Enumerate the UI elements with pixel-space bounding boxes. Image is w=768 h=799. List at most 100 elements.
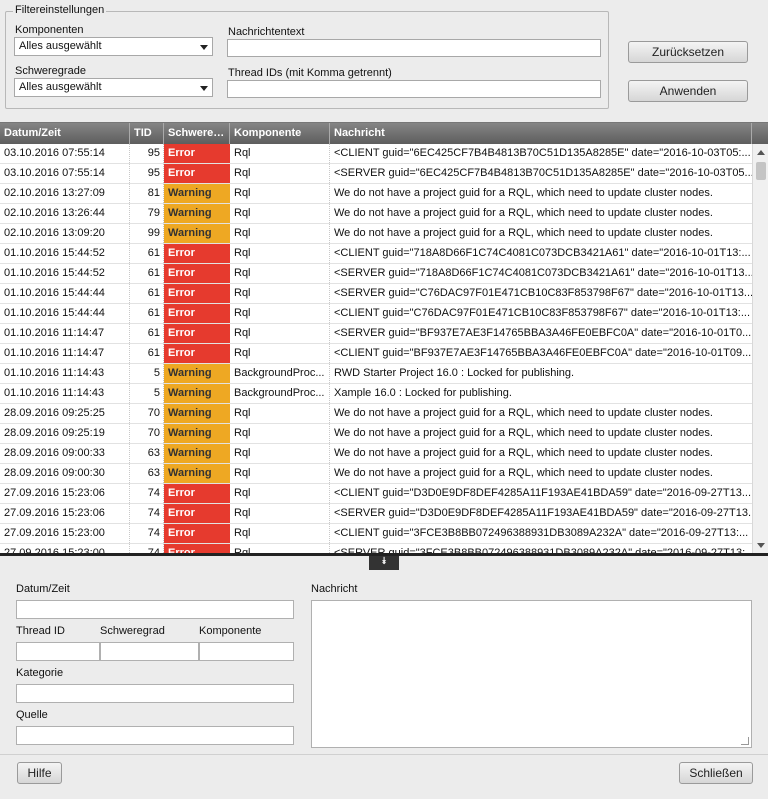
cell-severity: Warning <box>164 404 230 423</box>
cell-message: Xample 16.0 : Locked for publishing. <box>334 387 512 399</box>
table-row[interactable]: 28.09.2016 09:25:25 70 Warning Rql We do not… <box>0 404 752 424</box>
cell-tid: 61 <box>130 284 164 303</box>
cell-tid: 70 <box>130 424 164 443</box>
detail-datetime-field[interactable] <box>16 600 294 619</box>
cell-message: <SERVER guid="D3D0E9DF8DEF4285A11F193AE4… <box>334 507 752 519</box>
cell-message: We do not have a project guid for a RQL,… <box>334 427 713 439</box>
close-button[interactable]: Schließen <box>679 762 753 784</box>
table-scrollbar[interactable] <box>752 144 768 553</box>
schweregrade-dropdown[interactable]: Alles ausgewählt <box>14 78 213 97</box>
scroll-thumb[interactable] <box>756 162 766 180</box>
cell-message: <CLIENT guid="718A8D66F1C74C4081C073DCB3… <box>334 247 751 259</box>
cell-severity: Error <box>164 144 230 163</box>
cell-message: RWD Starter Project 16.0 : Locked for pu… <box>334 367 575 379</box>
table-row[interactable]: 01.10.2016 11:14:47 61 Error Rql <SERVER gui… <box>0 324 752 344</box>
komponenten-value: Alles ausgewählt <box>19 40 102 52</box>
cell-datetime: 27.09.2016 15:23:00 <box>0 524 130 543</box>
detail-category-field[interactable] <box>16 684 294 703</box>
cell-datetime: 27.09.2016 15:23:06 <box>0 484 130 503</box>
column-header-message[interactable]: Nachricht <box>330 123 752 144</box>
table-row[interactable]: 27.09.2016 15:23:00 74 Error Rql <CLIENT gui… <box>0 524 752 544</box>
cell-component: BackgroundProc... <box>230 364 330 383</box>
cell-severity: Error <box>164 324 230 343</box>
table-row[interactable]: 01.10.2016 15:44:52 61 Error Rql <SERVER gui… <box>0 264 752 284</box>
table-row[interactable]: 27.09.2016 15:23:06 74 Error Rql <SERVER gui… <box>0 504 752 524</box>
cell-component: Rql <box>230 324 330 343</box>
resize-grip-icon[interactable] <box>741 737 749 745</box>
komponenten-dropdown[interactable]: Alles ausgewählt <box>14 37 213 56</box>
double-chevron-down-icon[interactable]: ⯯ <box>369 556 399 570</box>
detail-threadid-field[interactable] <box>16 642 100 661</box>
cell-severity: Error <box>164 304 230 323</box>
cell-severity: Error <box>164 544 230 553</box>
detail-severity-field[interactable] <box>100 642 199 661</box>
cell-datetime: 28.09.2016 09:25:19 <box>0 424 130 443</box>
detail-message-label: Nachricht <box>311 583 358 595</box>
cell-tid: 5 <box>130 384 164 403</box>
table-header: Datum/Zeit TID Schwere… Komponente Nachr… <box>0 123 768 144</box>
cell-component: Rql <box>230 424 330 443</box>
table-row[interactable]: 01.10.2016 15:44:44 61 Error Rql <SERVER gui… <box>0 284 752 304</box>
panel-splitter[interactable]: ⯯ <box>0 553 768 570</box>
detail-component-field[interactable] <box>199 642 294 661</box>
table-row[interactable]: 02.10.2016 13:09:20 99 Warning Rql We do not… <box>0 224 752 244</box>
column-header-datetime[interactable]: Datum/Zeit <box>0 123 130 144</box>
threadids-input[interactable] <box>227 80 601 98</box>
help-button[interactable]: Hilfe <box>17 762 62 784</box>
cell-component: BackgroundProc... <box>230 384 330 403</box>
detail-severity-label: Schweregrad <box>100 625 165 637</box>
cell-tid: 61 <box>130 304 164 323</box>
cell-component: Rql <box>230 264 330 283</box>
detail-message-textarea[interactable] <box>311 600 752 748</box>
cell-datetime: 02.10.2016 13:27:09 <box>0 184 130 203</box>
cell-tid: 99 <box>130 224 164 243</box>
table-row[interactable]: 01.10.2016 11:14:47 61 Error Rql <CLIENT gui… <box>0 344 752 364</box>
cell-message: <SERVER guid="6EC425CF7B4B4813B70C51D135… <box>334 167 752 179</box>
cell-tid: 61 <box>130 324 164 343</box>
cell-datetime: 02.10.2016 13:09:20 <box>0 224 130 243</box>
table-row[interactable]: 01.10.2016 15:44:44 61 Error Rql <CLIENT gui… <box>0 304 752 324</box>
cell-message: <SERVER guid="BF937E7AE3F14765BBA3A46FE0… <box>334 327 752 339</box>
table-row[interactable]: 27.09.2016 15:23:00 74 Error Rql <SERVER gui… <box>0 544 752 553</box>
scroll-down-icon[interactable] <box>757 543 765 548</box>
table-row[interactable]: 28.09.2016 09:25:19 70 Warning Rql We do not… <box>0 424 752 444</box>
table-row[interactable]: 27.09.2016 15:23:06 74 Error Rql <CLIENT gui… <box>0 484 752 504</box>
table-row[interactable]: 03.10.2016 07:55:14 95 Error Rql <SERVER gui… <box>0 164 752 184</box>
nachrichtentext-input[interactable] <box>227 39 601 57</box>
cell-message: <CLIENT guid="6EC425CF7B4B4813B70C51D135… <box>334 147 751 159</box>
chevron-down-icon <box>200 86 208 91</box>
table-row[interactable]: 02.10.2016 13:26:44 79 Warning Rql We do not… <box>0 204 752 224</box>
reset-button[interactable]: Zurücksetzen <box>628 41 748 63</box>
detail-source-field[interactable] <box>16 726 294 745</box>
scroll-up-icon[interactable] <box>757 150 765 155</box>
cell-message: <SERVER guid="3FCE3B8BB072496388931DB308… <box>334 547 752 553</box>
table-row[interactable]: 02.10.2016 13:27:09 81 Warning Rql We do not… <box>0 184 752 204</box>
column-header-tid[interactable]: TID <box>130 123 164 144</box>
cell-message: <CLIENT guid="BF937E7AE3F14765BBA3A46FE0… <box>334 347 752 359</box>
table-row[interactable]: 01.10.2016 11:14:43 5 Warning BackgroundPro… <box>0 384 752 404</box>
apply-button[interactable]: Anwenden <box>628 80 748 102</box>
cell-message: <SERVER guid="718A8D66F1C74C4081C073DCB3… <box>334 267 752 279</box>
cell-datetime: 01.10.2016 11:14:43 <box>0 364 130 383</box>
cell-component: Rql <box>230 404 330 423</box>
cell-datetime: 01.10.2016 11:14:47 <box>0 324 130 343</box>
table-row[interactable]: 01.10.2016 15:44:52 61 Error Rql <CLIENT gui… <box>0 244 752 264</box>
detail-threadid-label: Thread ID <box>16 625 65 637</box>
cell-tid: 74 <box>130 524 164 543</box>
table-row[interactable]: 01.10.2016 11:14:43 5 Warning BackgroundPro… <box>0 364 752 384</box>
cell-tid: 74 <box>130 484 164 503</box>
cell-severity: Warning <box>164 224 230 243</box>
cell-tid: 61 <box>130 344 164 363</box>
filter-group-title: Filtereinstellungen <box>13 4 107 16</box>
table-row[interactable]: 28.09.2016 09:00:30 63 Warning Rql We do not… <box>0 464 752 484</box>
cell-datetime: 27.09.2016 15:23:00 <box>0 544 130 553</box>
cell-severity: Warning <box>164 184 230 203</box>
column-header-component[interactable]: Komponente <box>230 123 330 144</box>
table-row[interactable]: 03.10.2016 07:55:14 95 Error Rql <CLIENT gui… <box>0 144 752 164</box>
table-row[interactable]: 28.09.2016 09:00:33 63 Warning Rql We do not… <box>0 444 752 464</box>
column-header-severity[interactable]: Schwere… <box>164 123 230 144</box>
cell-message: We do not have a project guid for a RQL,… <box>334 227 713 239</box>
cell-message: <CLIENT guid="3FCE3B8BB072496388931DB308… <box>334 527 749 539</box>
cell-datetime: 28.09.2016 09:00:30 <box>0 464 130 483</box>
cell-datetime: 03.10.2016 07:55:14 <box>0 164 130 183</box>
